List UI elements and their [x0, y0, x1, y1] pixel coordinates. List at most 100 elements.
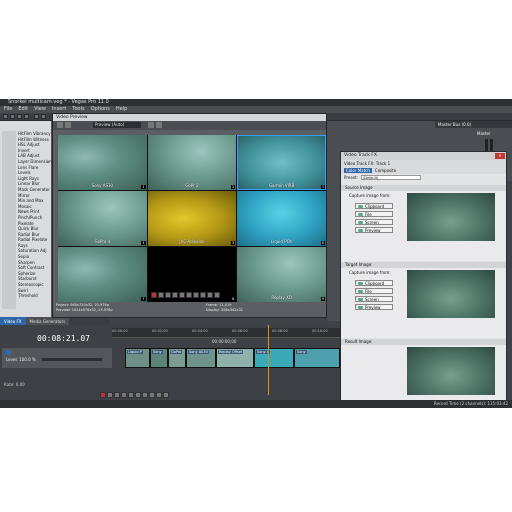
fx-item[interactable]: Threshold — [18, 293, 52, 299]
source-file-button[interactable]: File — [355, 211, 393, 217]
target-clipboard-button[interactable]: Clipboard — [355, 280, 393, 286]
timecode-display: 00:08:21.07 — [37, 334, 90, 343]
menu-view[interactable]: View — [34, 106, 46, 113]
camera-cell[interactable]: GoPro 4 4 — [58, 191, 147, 246]
track-level-slider[interactable] — [42, 358, 102, 361]
timeline-area: 00:08:21.07 00:00:00 00:02:00 00:04:00 0… — [0, 325, 340, 408]
undo-icon[interactable] — [34, 114, 39, 119]
pause-icon[interactable] — [128, 392, 134, 398]
go-to-start-icon[interactable] — [193, 292, 199, 298]
video-clip[interactable]: GoPro — [168, 348, 186, 368]
fx-item[interactable]: Mask Generator — [18, 187, 52, 193]
fx-chain-color-match[interactable]: Color Match — [344, 168, 372, 173]
go-to-start-icon[interactable] — [142, 392, 148, 398]
menu-bar: File Edit View Insert Tools Options Help — [0, 106, 512, 113]
save-project-icon[interactable] — [17, 114, 22, 119]
target-preview-button[interactable]: Preview — [355, 304, 393, 310]
play-icon[interactable] — [121, 392, 127, 398]
master-label: Master — [477, 131, 491, 136]
tab-video-fx[interactable]: Video FX — [0, 317, 26, 325]
loop-icon[interactable] — [107, 392, 113, 398]
menu-edit[interactable]: Edit — [18, 106, 28, 113]
target-screen-button[interactable]: Screen — [355, 296, 393, 302]
fx-category-tree[interactable] — [2, 131, 16, 309]
open-project-icon[interactable] — [10, 114, 15, 119]
camera-cell[interactable]: 7 — [58, 247, 147, 302]
play-from-start-icon[interactable] — [114, 392, 120, 398]
record-icon[interactable] — [151, 292, 157, 298]
preset-label: Preset: — [344, 175, 358, 180]
video-clip[interactable]: Replay Offset — [216, 348, 254, 368]
play-icon[interactable] — [172, 292, 178, 298]
preview-quality-select[interactable]: Preview (Auto) — [93, 122, 141, 128]
window-docking-tabs: Video FX Media Generators — [0, 317, 110, 325]
loop-icon[interactable] — [158, 292, 164, 298]
go-to-end-icon[interactable] — [149, 392, 155, 398]
record-icon[interactable] — [100, 392, 106, 398]
video-fx-panel: HitFilm Vibrancy HitFilm Witness HSL Adj… — [0, 121, 52, 317]
ruler-tick: 00:10:00 — [312, 329, 328, 333]
target-image-header[interactable]: Target Image: — [341, 262, 506, 268]
fx-chain-composite[interactable]: Composite — [375, 168, 396, 173]
camera-cell[interactable]: Replay XD 9 — [237, 247, 326, 302]
timeline-ruler[interactable]: 00:00:00 00:02:00 00:04:00 00:06:00 00:0… — [112, 328, 340, 338]
camera-number: 9 — [320, 297, 325, 301]
close-icon[interactable]: ✕ — [495, 153, 505, 159]
fx-item[interactable]: HitFilm Vibrancy — [18, 131, 52, 137]
next-frame-icon[interactable] — [163, 392, 169, 398]
pause-icon[interactable] — [179, 292, 185, 298]
camera-cell[interactable]: Sony AS30 1 — [58, 135, 147, 190]
preview-info-line: Preview: 1024x576x32, 23.976p — [56, 307, 113, 312]
source-clipboard-button[interactable]: Clipboard — [355, 203, 393, 209]
play-from-start-icon[interactable] — [165, 292, 171, 298]
camera-cell[interactable]: JVC Adixxion 5 — [147, 191, 237, 246]
project-properties-icon[interactable] — [57, 122, 63, 128]
copy-snapshot-icon[interactable] — [156, 122, 162, 128]
target-image-thumbnail — [407, 270, 495, 318]
video-track-lane[interactable]: Liquid P Sony GoPro Sony AS30 Replay Off… — [125, 348, 340, 368]
target-file-button[interactable]: File — [355, 288, 393, 294]
menu-insert[interactable]: Insert — [52, 106, 66, 113]
redo-icon[interactable] — [41, 114, 46, 119]
previous-frame-icon[interactable] — [156, 392, 162, 398]
camera-label: Replay XD — [271, 295, 292, 300]
video-clip[interactable]: Liquid P — [125, 348, 150, 368]
camera-cell[interactable]: GoPr 2 2 — [147, 135, 237, 190]
video-clip[interactable]: Sony AS30 — [186, 348, 216, 368]
ruler-tick: 00:08:00 — [272, 329, 288, 333]
main-transport — [100, 392, 169, 398]
source-screen-button[interactable]: Screen — [355, 219, 393, 225]
camera-number: 7 — [141, 297, 146, 301]
previous-frame-icon[interactable] — [207, 292, 213, 298]
video-clip[interactable]: Sony — [294, 348, 340, 368]
stop-icon[interactable] — [135, 392, 141, 398]
rate-label: Rate: 0.00 — [4, 382, 25, 387]
fx-item[interactable]: Layer Dimension — [18, 159, 52, 165]
result-image-header[interactable]: Result Image: — [341, 339, 506, 345]
video-track-header[interactable]: Level: 100.0 % — [2, 348, 112, 368]
menu-options[interactable]: Options — [91, 106, 110, 113]
timeline-cursor[interactable] — [268, 325, 269, 395]
preset-select[interactable]: (Default) — [360, 175, 421, 180]
camera-cell[interactable]: Garmin VIRB 3 — [237, 135, 326, 190]
video-preview-title: Video Preview — [56, 115, 88, 120]
stop-icon[interactable] — [186, 292, 192, 298]
video-clip[interactable]: Sony A — [254, 348, 294, 368]
preview-transport — [151, 292, 220, 298]
menu-file[interactable]: File — [4, 106, 12, 113]
camera-cell[interactable]: Liquid POV 6 — [237, 191, 326, 246]
track-level: Level: 100.0 % — [6, 357, 36, 362]
properties-icon[interactable] — [24, 114, 29, 119]
new-project-icon[interactable] — [3, 114, 8, 119]
video-clip[interactable]: Sony — [150, 348, 168, 368]
tab-media-generators[interactable]: Media Generators — [25, 317, 70, 325]
source-image-header[interactable]: Source Image — [341, 185, 506, 191]
menu-tools[interactable]: Tools — [72, 106, 84, 113]
preview-settings-icon[interactable] — [65, 122, 71, 128]
vegas-pro-screenshot: Snorkel multicam.veg * - Vegas Pro 11.0 … — [0, 99, 512, 408]
overlays-icon[interactable] — [148, 122, 154, 128]
go-to-end-icon[interactable] — [200, 292, 206, 298]
menu-help[interactable]: Help — [116, 106, 127, 113]
source-preview-button[interactable]: Preview — [355, 227, 393, 233]
next-frame-icon[interactable] — [214, 292, 220, 298]
